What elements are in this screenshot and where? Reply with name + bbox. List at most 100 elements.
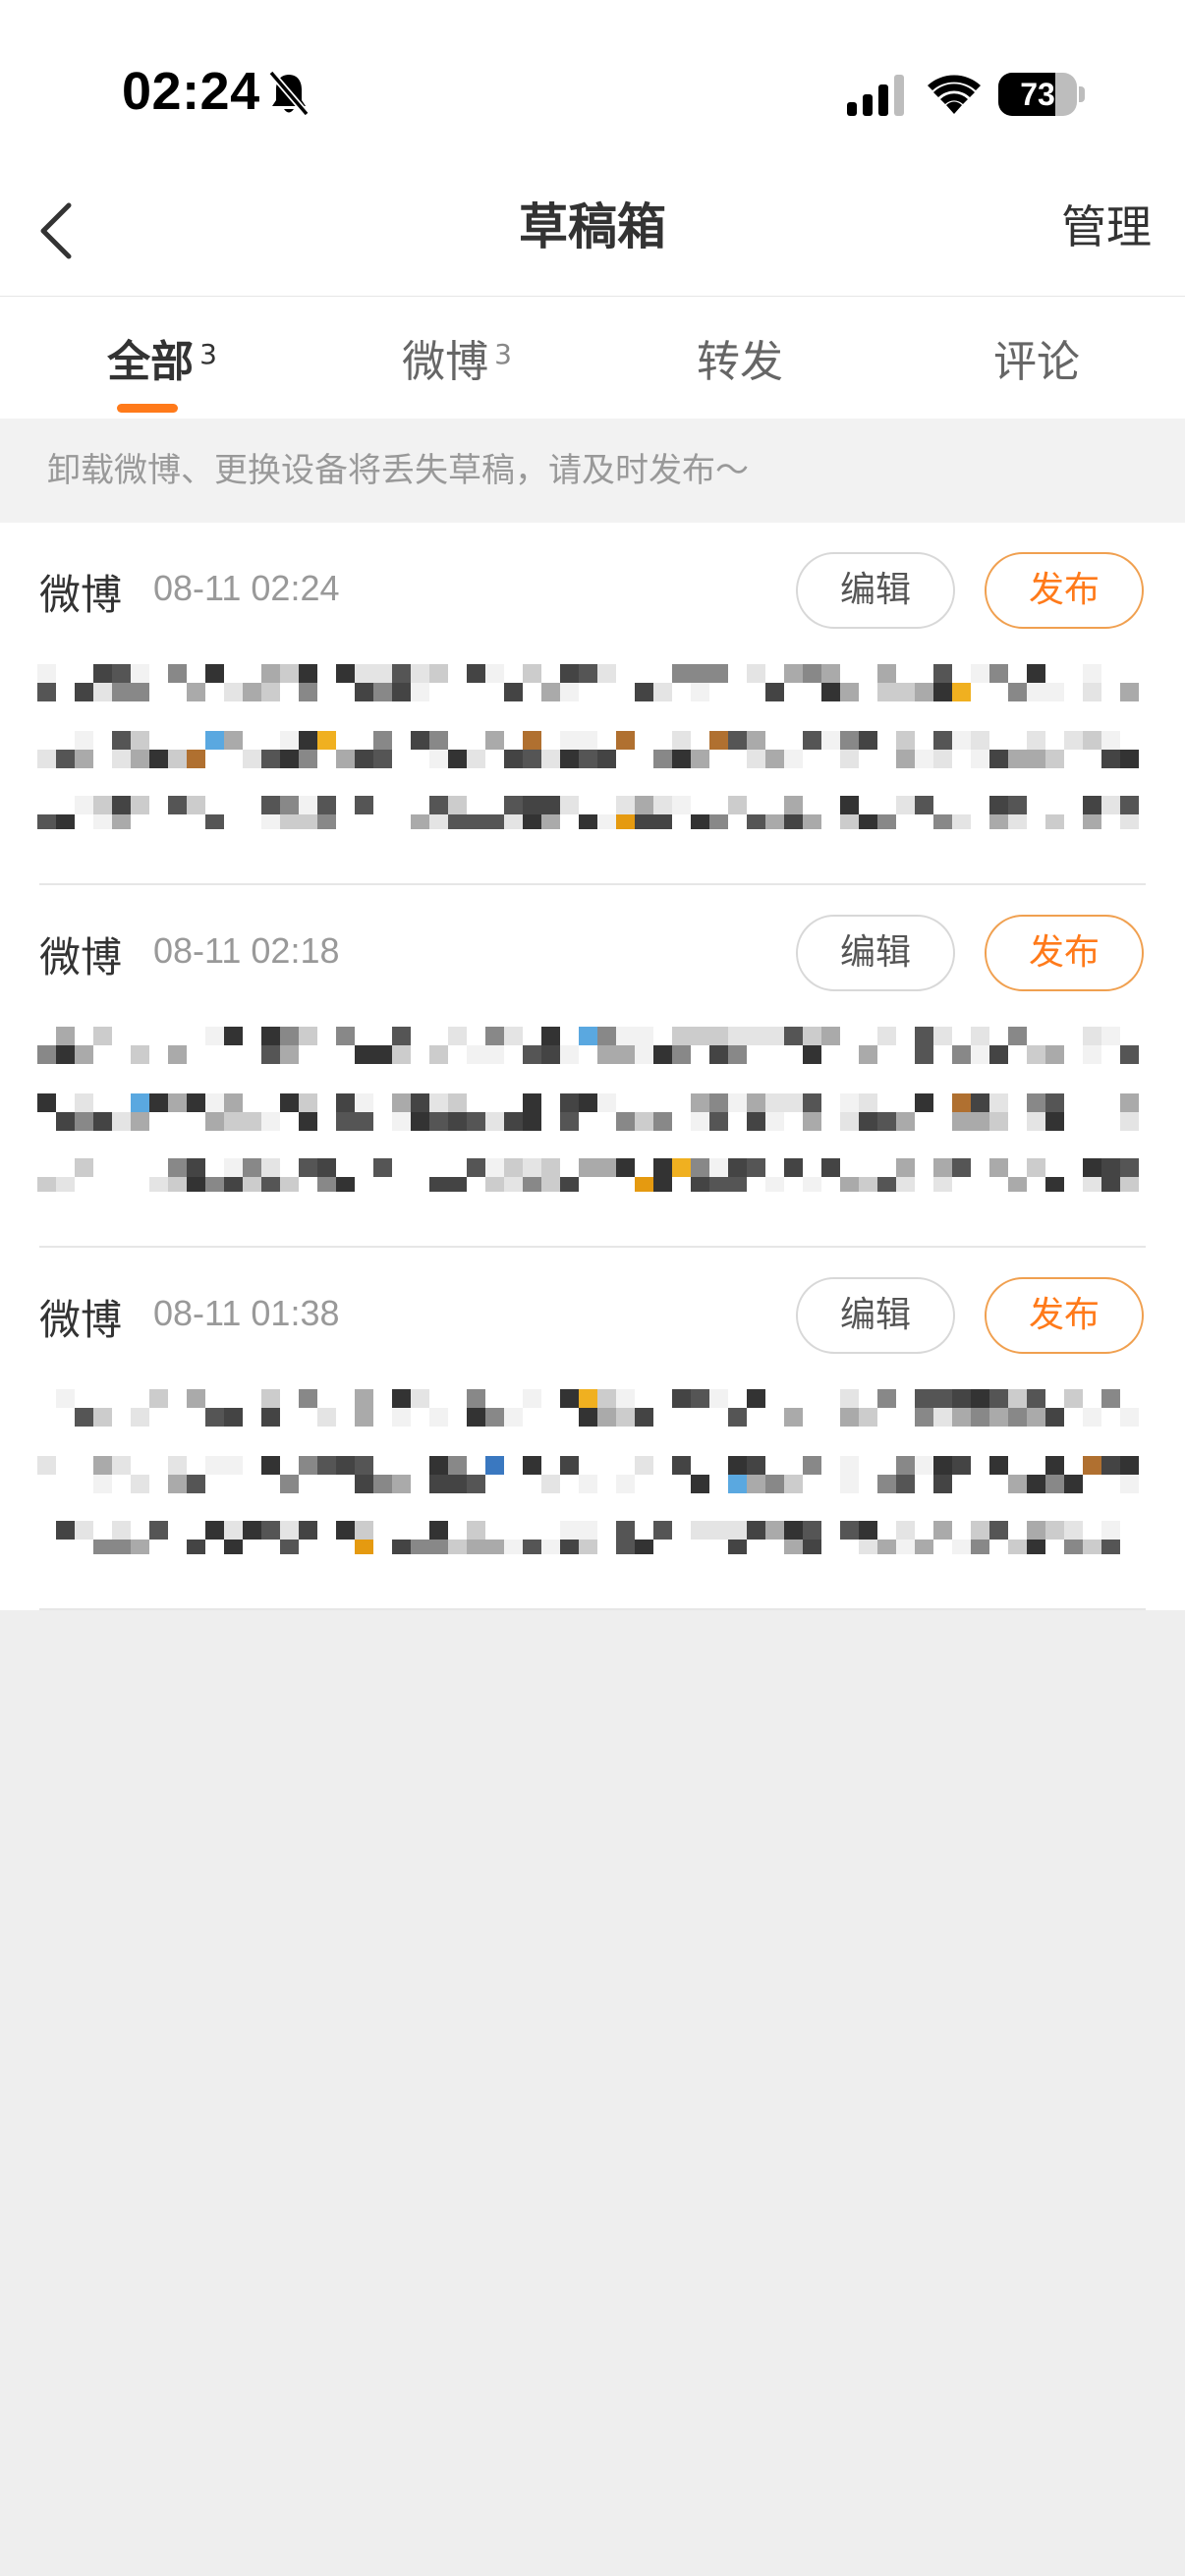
mosaic-cell xyxy=(765,1112,784,1131)
mosaic-cell xyxy=(803,664,821,683)
mosaic-cell xyxy=(411,731,429,750)
manage-button[interactable]: 管理 xyxy=(1061,157,1152,297)
mosaic-cell xyxy=(205,814,224,829)
mosaic-cell xyxy=(560,1045,579,1064)
mosaic-cell xyxy=(765,814,784,829)
mosaic-cell xyxy=(299,1521,317,1540)
mosaic-cell xyxy=(355,796,373,814)
mosaic-cell xyxy=(971,1408,989,1427)
publish-button[interactable]: 发布 xyxy=(985,1277,1144,1354)
mosaic-cell xyxy=(205,731,224,750)
mosaic-cell xyxy=(523,1045,541,1064)
tab-repost[interactable]: 转发 xyxy=(637,297,843,419)
mosaic-cell xyxy=(896,1475,915,1493)
mosaic-cell xyxy=(224,1456,243,1475)
mosaic-cell xyxy=(653,683,672,701)
mosaic-cell xyxy=(1083,1408,1101,1427)
mosaic-cell xyxy=(299,1389,317,1408)
mosaic-cell xyxy=(579,1158,597,1177)
mosaic-cell xyxy=(205,1112,224,1131)
mosaic-cell xyxy=(747,750,765,768)
mosaic-cell xyxy=(1027,1045,1045,1064)
tab-label: 微博 xyxy=(402,337,489,387)
tab-all[interactable]: 全部 3 xyxy=(59,297,265,419)
mosaic-cell xyxy=(75,750,93,768)
mosaic-cell xyxy=(560,1093,579,1112)
mosaic-cell xyxy=(933,1027,952,1045)
mosaic-cell xyxy=(373,750,392,768)
mosaic-cell xyxy=(747,1093,765,1112)
mosaic-cell xyxy=(131,1045,149,1064)
mosaic-cell xyxy=(616,1475,635,1493)
edit-button[interactable]: 编辑 xyxy=(796,552,955,629)
mosaic-cell xyxy=(504,1158,523,1177)
draft-item[interactable]: 微博 08-11 01:38 编辑 发布 xyxy=(0,1248,1185,1610)
mosaic-cell xyxy=(691,1158,709,1177)
mosaic-cell xyxy=(373,1045,392,1064)
publish-button[interactable]: 发布 xyxy=(985,552,1144,629)
mosaic-cell xyxy=(504,750,523,768)
mosaic-cell xyxy=(355,1475,373,1493)
mosaic-cell xyxy=(784,750,803,768)
mosaic-cell xyxy=(597,814,616,829)
mosaic-cell xyxy=(299,1112,317,1131)
mosaic-cell xyxy=(336,1521,355,1540)
mosaic-cell xyxy=(411,814,429,829)
mosaic-cell xyxy=(131,796,149,814)
mosaic-cell xyxy=(989,664,1008,683)
mosaic-cell xyxy=(840,796,859,814)
mosaic-cell xyxy=(37,814,56,829)
draft-item[interactable]: 微博 08-11 02:24 编辑 发布 xyxy=(0,523,1185,885)
edit-button[interactable]: 编辑 xyxy=(796,1277,955,1354)
mosaic-cell xyxy=(131,731,149,750)
mosaic-cell xyxy=(448,814,467,829)
mosaic-cell xyxy=(485,1540,504,1554)
mosaic-cell xyxy=(915,1093,933,1112)
mosaic-cell xyxy=(317,814,336,829)
mosaic-cell xyxy=(989,1521,1008,1540)
mosaic-cell xyxy=(523,731,541,750)
mosaic-cell xyxy=(915,1045,933,1064)
mosaic-cell xyxy=(803,1112,821,1131)
mosaic-cell xyxy=(560,1456,579,1475)
tab-weibo[interactable]: 微博 3 xyxy=(354,297,560,419)
mosaic-cell xyxy=(448,1093,467,1112)
mosaic-cell xyxy=(392,1045,411,1064)
publish-button[interactable]: 发布 xyxy=(985,915,1144,991)
draft-item[interactable]: 微博 08-11 02:18 编辑 发布 xyxy=(0,885,1185,1248)
mosaic-cell xyxy=(243,750,261,768)
tab-comment[interactable]: 评论 xyxy=(933,297,1140,419)
draft-type: 微博 xyxy=(39,933,123,981)
mosaic-cell xyxy=(672,1045,691,1064)
mosaic-cell xyxy=(317,731,336,750)
draft-list: 微博 08-11 02:24 编辑 发布 微博 08-11 02:18 编辑 发… xyxy=(0,523,1185,1610)
mosaic-cell xyxy=(672,1158,691,1177)
mosaic-cell xyxy=(1008,796,1027,814)
mosaic-cell xyxy=(1064,1540,1083,1554)
mosaic-cell xyxy=(1120,750,1139,768)
mosaic-cell xyxy=(877,1389,896,1408)
mosaic-cell xyxy=(784,796,803,814)
mosaic-cell xyxy=(952,1045,971,1064)
mosaic-cell xyxy=(709,1045,728,1064)
mosaic-cell xyxy=(560,1521,579,1540)
mosaic-cell xyxy=(784,664,803,683)
mosaic-cell xyxy=(616,1045,635,1064)
mosaic-cell xyxy=(261,814,280,829)
mosaic-cell xyxy=(1120,796,1139,814)
draft-content-redacted xyxy=(37,1385,1148,1554)
mosaic-cell xyxy=(504,814,523,829)
mosaic-cell xyxy=(205,1027,224,1045)
mosaic-cell xyxy=(149,1521,168,1540)
edit-button[interactable]: 编辑 xyxy=(796,915,955,991)
mosaic-cell xyxy=(933,814,952,829)
mosaic-cell xyxy=(448,750,467,768)
mosaic-cell xyxy=(579,814,597,829)
mosaic-cell xyxy=(579,1475,597,1493)
mosaic-cell xyxy=(1045,1093,1064,1112)
mosaic-cell xyxy=(859,1521,877,1540)
back-button[interactable] xyxy=(28,196,86,265)
mosaic-cell xyxy=(840,1408,859,1427)
mosaic-cell xyxy=(299,1093,317,1112)
mosaic-cell xyxy=(1120,1112,1139,1131)
